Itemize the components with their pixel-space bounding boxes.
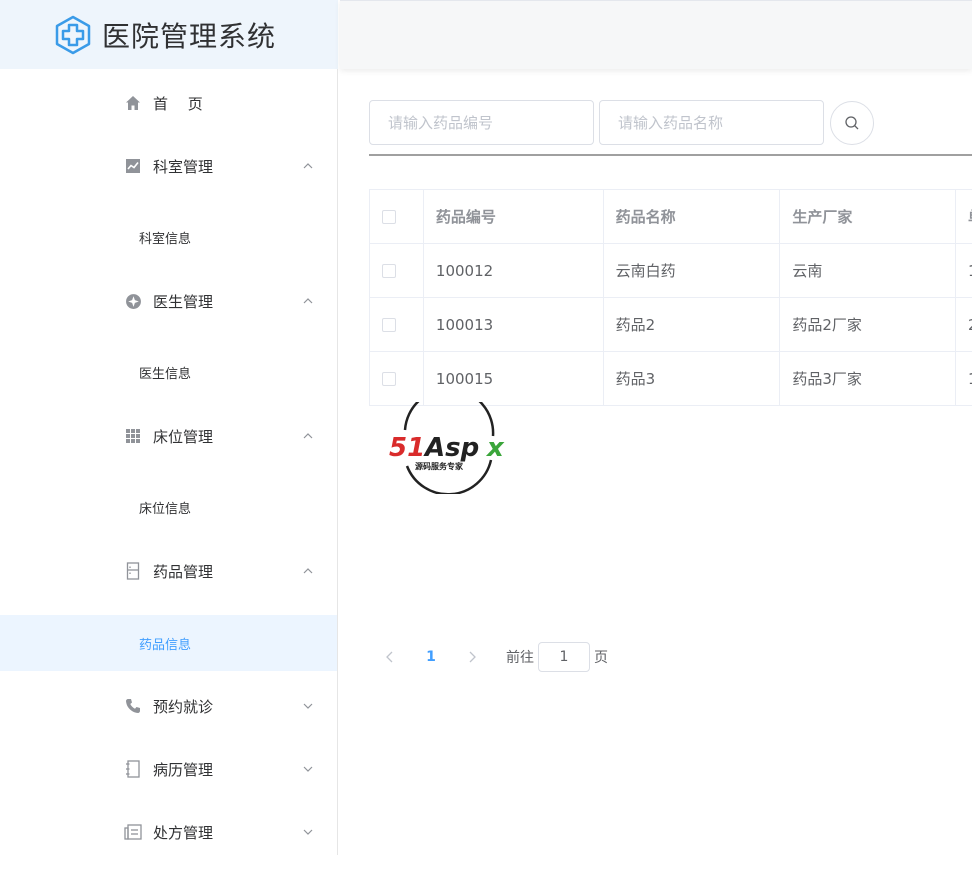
- cabinet-icon: [124, 562, 142, 580]
- goto-label: 前往: [506, 650, 534, 666]
- chevron-left-icon: [386, 651, 393, 663]
- cell-extra: 2: [956, 298, 972, 351]
- pagination: 1 前往 页: [380, 642, 608, 672]
- table-header-row: 药品编号 药品名称 生产厂家 单: [370, 190, 972, 244]
- chevron-up-icon: [303, 568, 313, 574]
- row-checkbox-cell: [370, 298, 424, 351]
- app-root: 医院管理系统 首 页 科室管理 科室信息 医生管理 医生信息 床位管理 床位信息…: [0, 0, 972, 895]
- notebook-icon: [124, 760, 142, 778]
- row-checkbox[interactable]: [382, 317, 396, 332]
- sidebar-subitem-label: 医生信息: [139, 366, 192, 382]
- sidebar-item-bed[interactable]: 床位管理: [0, 416, 337, 456]
- sidebar-item-label: 处方管理: [153, 823, 214, 842]
- grid-icon: [124, 427, 142, 445]
- cell-code: 100015: [424, 352, 604, 405]
- cell-name: 药品2: [604, 298, 781, 351]
- watermark-logo: 51 Asp x 源码服务专家: [389, 402, 505, 494]
- sidebar-subitem-department-info[interactable]: 科室信息: [0, 209, 337, 265]
- cell-name: 云南白药: [604, 244, 781, 297]
- cell-maker: 药品3厂家: [780, 352, 957, 405]
- sidebar-item-label: 病历管理: [153, 760, 214, 779]
- svg-text:51: 51: [389, 433, 425, 463]
- chevron-up-icon: [303, 163, 313, 169]
- sidebar-subitem-label: 床位信息: [139, 501, 192, 517]
- sidebar-item-label: 床位管理: [153, 427, 214, 446]
- cell-code: 100012: [424, 244, 604, 297]
- row-checkbox[interactable]: [382, 263, 396, 278]
- column-header-maker[interactable]: 生产厂家: [780, 190, 957, 243]
- column-header-code[interactable]: 药品编号: [424, 190, 604, 243]
- svg-text:Asp: Asp: [423, 433, 479, 463]
- sidebar-subitem-label: 药品信息: [139, 637, 192, 653]
- sidebar-item-label: 医生管理: [153, 292, 214, 311]
- sidebar-item-home[interactable]: 首 页: [0, 83, 337, 123]
- sidebar-menu: 首 页 科室管理 科室信息 医生管理 医生信息 床位管理 床位信息 药品管理 药…: [0, 69, 338, 855]
- cell-name: 药品3: [604, 352, 781, 405]
- goto-page-input[interactable]: [538, 642, 590, 672]
- cell-maker: 药品2厂家: [780, 298, 957, 351]
- prev-page-button[interactable]: [380, 642, 400, 672]
- chart-icon: [124, 157, 142, 175]
- table-row[interactable]: 100015 药品3 药品3厂家 1: [370, 352, 972, 406]
- row-checkbox-cell: [370, 244, 424, 297]
- divider: [369, 154, 972, 156]
- svg-text:x: x: [485, 433, 505, 463]
- phone-icon: [124, 697, 142, 715]
- gear-circle-icon: [124, 292, 142, 310]
- cell-extra: 1: [956, 244, 972, 297]
- cell-code: 100013: [424, 298, 604, 351]
- search-icon: [845, 116, 859, 130]
- medicine-name-input[interactable]: [599, 100, 824, 145]
- column-header-name[interactable]: 药品名称: [604, 190, 781, 243]
- app-title: 医院管理系统: [102, 19, 277, 53]
- medicine-table: 药品编号 药品名称 生产厂家 单 100012 云南白药 云南 1 100013…: [369, 189, 972, 406]
- sidebar-subitem-medicine-info[interactable]: 药品信息: [0, 615, 337, 671]
- sidebar-subitem-bed-info[interactable]: 床位信息: [0, 479, 337, 535]
- chevron-up-icon: [303, 298, 313, 304]
- sidebar-item-medicine[interactable]: 药品管理: [0, 551, 337, 591]
- cell-maker: 云南: [780, 244, 957, 297]
- sidebar-item-label: 首 页: [153, 94, 203, 113]
- sidebar-item-appointment[interactable]: 预约就诊: [0, 686, 337, 726]
- chevron-up-icon: [303, 433, 313, 439]
- logo-bar: 医院管理系统: [0, 0, 338, 69]
- sidebar-subitem-doctor-info[interactable]: 医生信息: [0, 344, 337, 400]
- page-suffix-label: 页: [594, 650, 608, 666]
- table-row[interactable]: 100013 药品2 药品2厂家 2: [370, 298, 972, 352]
- sidebar-subitem-label: 科室信息: [139, 231, 192, 247]
- chevron-down-icon: [303, 703, 313, 709]
- page-number-current[interactable]: 1: [416, 649, 446, 665]
- sidebar-item-doctor[interactable]: 医生管理: [0, 281, 337, 321]
- svg-text:源码服务专家: 源码服务专家: [415, 461, 464, 471]
- sidebar-item-label: 科室管理: [153, 157, 214, 176]
- chevron-down-icon: [303, 829, 313, 835]
- row-checkbox[interactable]: [382, 371, 396, 386]
- sidebar-item-label: 预约就诊: [153, 697, 214, 716]
- medical-cross-icon: [55, 15, 91, 54]
- sidebar-item-department[interactable]: 科室管理: [0, 146, 337, 186]
- chevron-right-icon: [469, 651, 476, 663]
- cell-extra: 1: [956, 352, 972, 405]
- sidebar-item-records[interactable]: 病历管理: [0, 749, 337, 789]
- search-button[interactable]: [830, 101, 874, 145]
- next-page-button[interactable]: [462, 642, 482, 672]
- table-row[interactable]: 100012 云南白药 云南 1: [370, 244, 972, 298]
- row-checkbox-cell: [370, 352, 424, 405]
- select-all-checkbox[interactable]: [382, 209, 396, 224]
- column-header-extra[interactable]: 单: [956, 190, 972, 243]
- sidebar-item-label: 药品管理: [153, 562, 214, 581]
- top-bar: [340, 0, 972, 69]
- chevron-down-icon: [303, 766, 313, 772]
- home-icon: [124, 94, 142, 112]
- medicine-code-input[interactable]: [369, 100, 594, 145]
- header-checkbox-cell: [370, 190, 424, 243]
- document-icon: [124, 823, 142, 841]
- sidebar-item-prescription[interactable]: 处方管理: [0, 812, 337, 852]
